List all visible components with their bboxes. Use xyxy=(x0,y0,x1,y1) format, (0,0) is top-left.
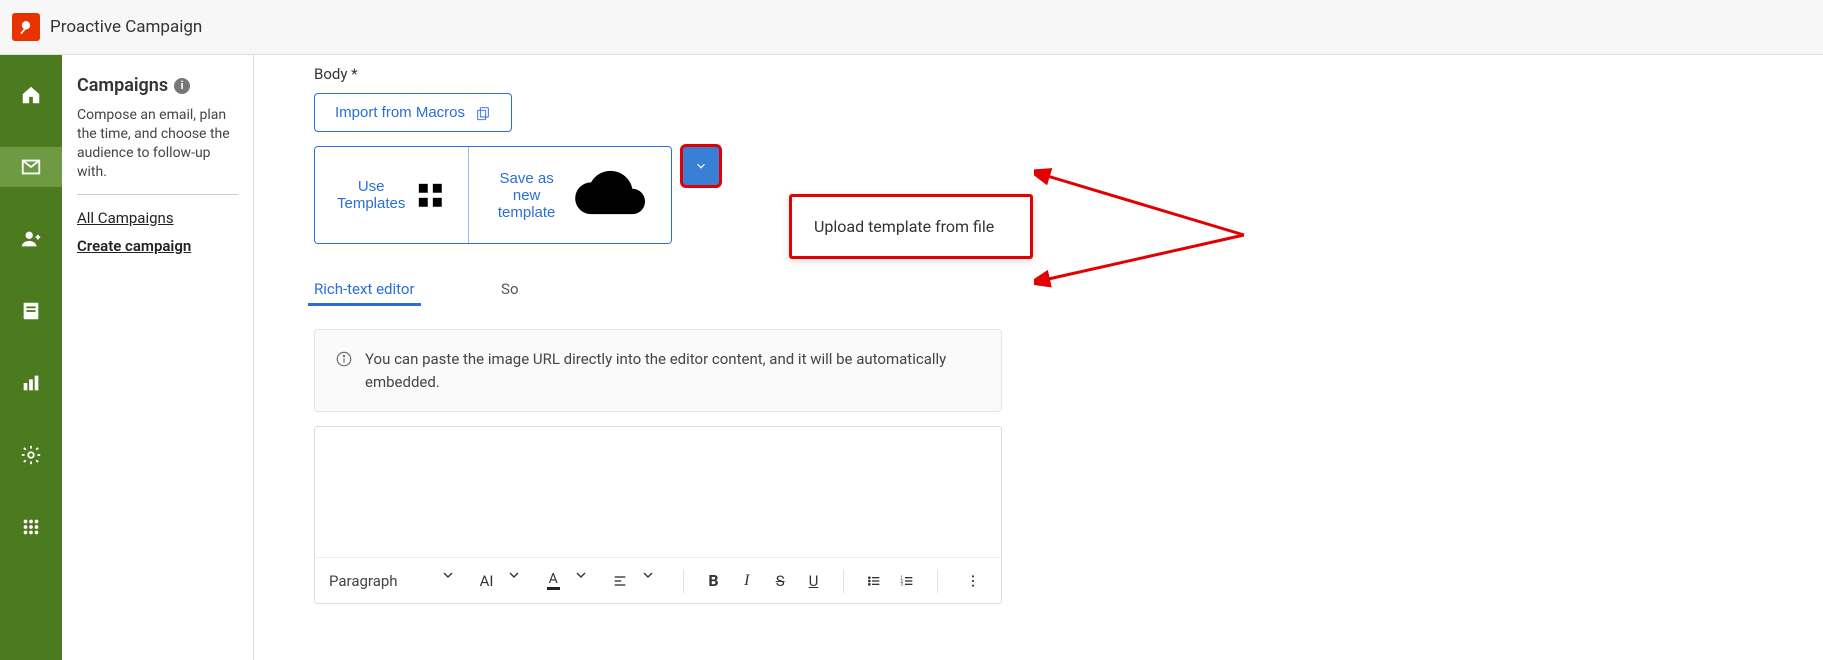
svg-text:3: 3 xyxy=(900,581,903,587)
separator xyxy=(683,569,684,593)
font-chevron-icon[interactable] xyxy=(506,567,533,595)
link-all-campaigns[interactable]: All Campaigns xyxy=(77,209,238,227)
number-list-button[interactable]: 123 xyxy=(893,567,920,595)
chevron-down-icon xyxy=(694,159,708,173)
import-macros-label: Import from Macros xyxy=(335,104,465,121)
template-dropdown-toggle[interactable] xyxy=(682,146,720,186)
upload-template-item[interactable]: Upload template from file xyxy=(792,215,1030,238)
editor-tabs: Rich-text editor SourceSo xyxy=(314,274,1823,305)
template-dropdown-menu: Upload template from file xyxy=(789,194,1033,259)
separator xyxy=(843,569,844,593)
side-panel: Campaigns i Compose an email, plan the t… xyxy=(62,55,254,660)
text-color-chevron-icon[interactable] xyxy=(573,567,600,595)
tab-rich-text[interactable]: Rich-text editor xyxy=(314,274,415,304)
info-icon[interactable]: i xyxy=(174,78,190,94)
align-chevron-icon[interactable] xyxy=(640,567,667,595)
app-logo xyxy=(12,13,40,41)
info-outline-icon xyxy=(335,350,353,368)
use-templates-button[interactable]: Use Templates xyxy=(315,147,468,243)
align-button[interactable] xyxy=(606,567,633,595)
link-create-campaign[interactable]: Create campaign xyxy=(77,237,238,255)
editor-content[interactable] xyxy=(315,427,1001,557)
editor-toolbar: Paragraph AI A B I S U 123 xyxy=(315,557,1001,603)
grid-icon xyxy=(415,180,446,211)
app-header: Proactive Campaign xyxy=(0,0,1823,55)
side-panel-description: Compose an email, plan the time, and cho… xyxy=(77,106,238,182)
italic-button[interactable]: I xyxy=(733,567,760,595)
nav-rail xyxy=(0,55,62,660)
nav-home[interactable] xyxy=(0,75,62,115)
nav-templates[interactable] xyxy=(0,291,62,331)
paragraph-chevron-icon[interactable] xyxy=(440,567,467,595)
save-template-button[interactable]: Save as new template xyxy=(468,147,671,243)
nav-mail[interactable] xyxy=(0,147,62,187)
nav-analytics[interactable] xyxy=(0,363,62,403)
divider xyxy=(77,194,238,195)
import-macros-button[interactable]: Import from Macros xyxy=(314,93,512,132)
nav-apps[interactable] xyxy=(0,507,62,547)
copy-icon xyxy=(475,105,491,121)
hint-box: You can paste the image URL directly int… xyxy=(314,329,1002,412)
use-templates-label: Use Templates xyxy=(337,178,405,212)
side-panel-title-text: Campaigns xyxy=(77,75,168,96)
text-color-button[interactable]: A xyxy=(540,567,567,595)
save-template-label: Save as new template xyxy=(491,170,562,221)
strike-button[interactable]: S xyxy=(766,567,793,595)
nav-settings[interactable] xyxy=(0,435,62,475)
nav-contacts[interactable] xyxy=(0,219,62,259)
bold-button[interactable]: B xyxy=(700,567,727,595)
side-panel-title: Campaigns i xyxy=(77,75,238,96)
editor-container: Paragraph AI A B I S U 123 xyxy=(314,426,1002,604)
cloud-upload-icon xyxy=(572,157,648,233)
bullet-list-button[interactable] xyxy=(860,567,887,595)
tab-source[interactable]: SourceSo xyxy=(455,274,519,304)
body-label: Body * xyxy=(314,65,1823,83)
font-select[interactable]: AI xyxy=(473,567,500,595)
underline-button[interactable]: U xyxy=(800,567,827,595)
more-button[interactable] xyxy=(960,567,987,595)
hint-text: You can paste the image URL directly int… xyxy=(365,348,981,393)
template-button-group: Use Templates Save as new template xyxy=(314,146,672,244)
separator xyxy=(937,569,938,593)
app-title: Proactive Campaign xyxy=(50,17,202,37)
main-content: Body * Import from Macros Use Templates … xyxy=(254,55,1823,660)
paragraph-select[interactable]: Paragraph xyxy=(329,572,398,590)
